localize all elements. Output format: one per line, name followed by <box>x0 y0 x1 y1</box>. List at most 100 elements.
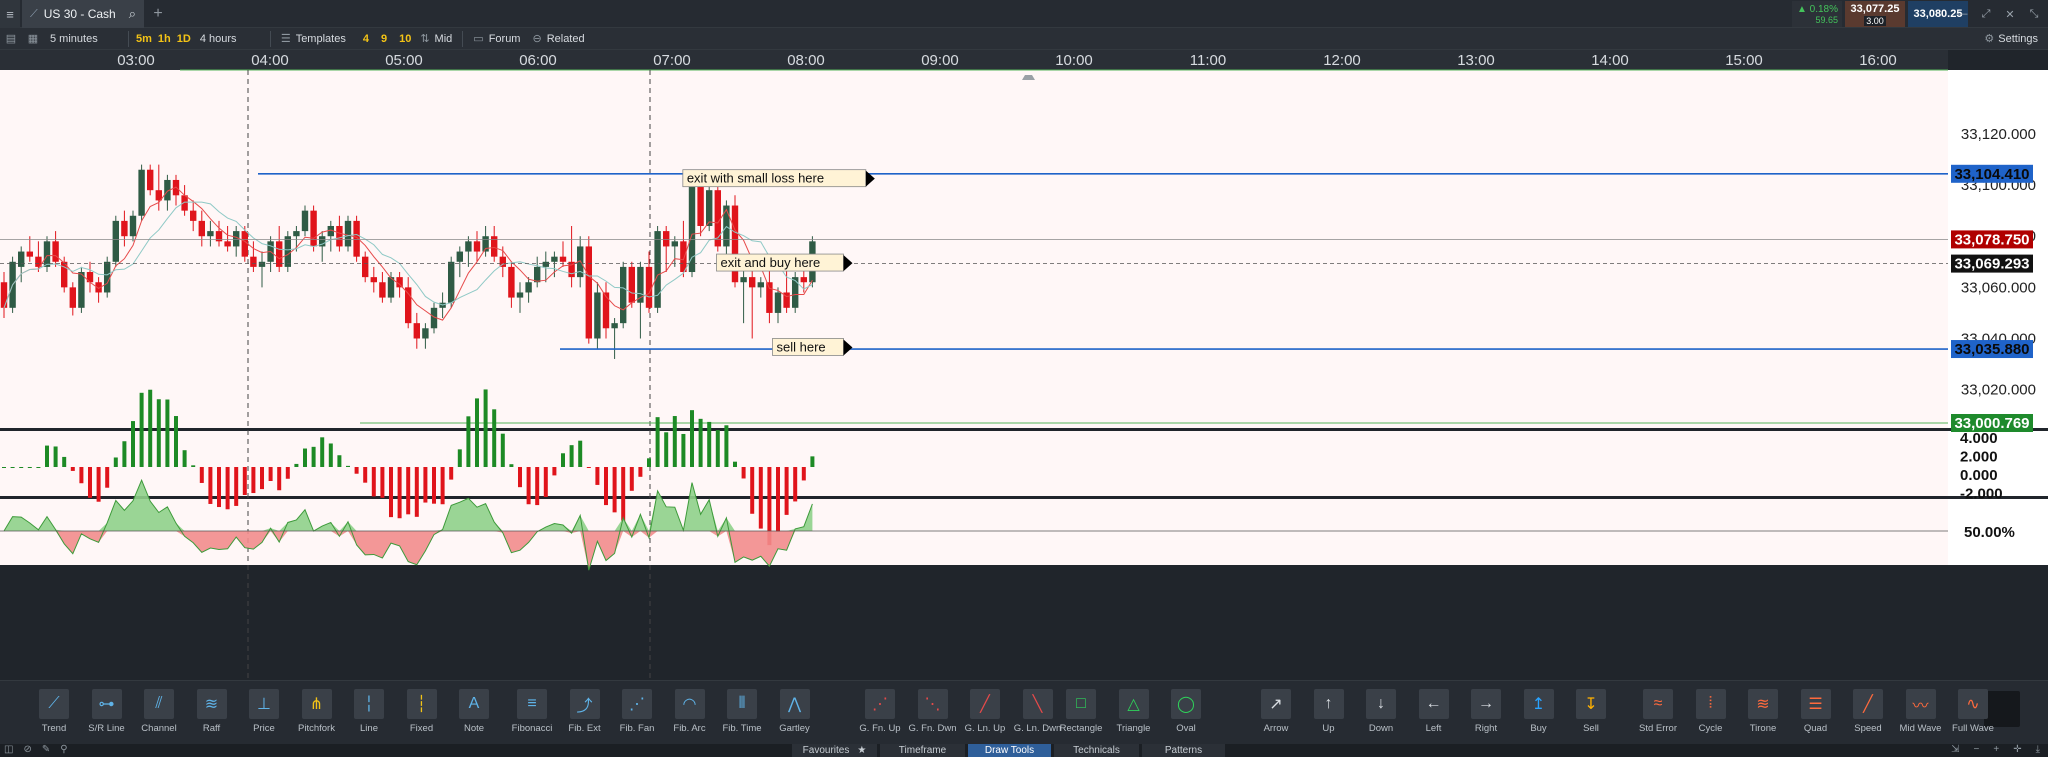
tool-std-error[interactable]: ≈ Std Error <box>1634 689 1682 745</box>
tool-g-fn-dwn[interactable]: ⋱ G. Fn. Dwn <box>908 689 957 745</box>
tool-oval[interactable]: ◯ Oval <box>1162 689 1210 745</box>
candle-body <box>379 282 386 298</box>
tool-channel[interactable]: ⫽ Channel <box>135 689 183 745</box>
tool-fib-arc[interactable]: ◠ Fib. Arc <box>666 689 714 745</box>
tool-g-ln-up[interactable]: ╱ G. Ln. Up <box>961 689 1009 745</box>
chart-tab[interactable]: ⟋ US 30 - Cash ⌕ <box>22 0 144 28</box>
tool-down[interactable]: ↓ Down <box>1357 689 1405 745</box>
tool-speed[interactable]: ╱ Speed <box>1844 689 1892 745</box>
tool-label: Oval <box>1176 723 1196 734</box>
tool-line[interactable]: ╎ Line <box>345 689 393 745</box>
tool-sell[interactable]: ↧ Sell <box>1567 689 1615 745</box>
grid-icon[interactable]: ▦ <box>22 28 44 50</box>
candle-body <box>559 256 567 262</box>
close-icon[interactable]: ✕ <box>2000 4 2020 24</box>
tool-note[interactable]: A Note <box>450 689 498 745</box>
tool-cycle[interactable]: ⦙ Cycle <box>1687 689 1735 745</box>
candle-body <box>611 323 618 329</box>
candle-body <box>224 241 231 247</box>
tab-timeframe[interactable]: Timeframe <box>880 744 966 757</box>
popout-icon[interactable]: ⤢ <box>1976 4 1996 24</box>
tool-g-ln-dwn[interactable]: ╲ G. Ln. Dwn <box>1014 689 1062 745</box>
tab-draw-tools[interactable]: Draw Tools <box>968 744 1052 757</box>
templates-button[interactable]: ☰ Templates <box>275 28 352 50</box>
tab-patterns[interactable]: Patterns <box>1142 744 1226 757</box>
tool-label: G. Ln. Dwn <box>1013 723 1062 734</box>
tool-label: Right <box>1474 723 1498 734</box>
magnet-icon[interactable]: ⚲ <box>60 744 67 755</box>
tool-fib-fan[interactable]: ⋰ Fib. Fan <box>613 689 661 745</box>
add-tab-icon[interactable]: + <box>148 4 168 24</box>
search-icon[interactable]: ⌕ <box>129 6 136 22</box>
tool-quad[interactable]: ☰ Quad <box>1792 689 1840 745</box>
tool-label: Trend <box>41 723 67 734</box>
tool-right[interactable]: → Right <box>1462 689 1510 745</box>
interval-1h[interactable]: 1h <box>155 33 174 45</box>
price-chart[interactable]: 03:00 04:00 05:00 06:00 07:00 08:00 09:00 10:00… <box>0 50 2048 680</box>
macd-bar <box>457 449 462 467</box>
buy-icon: ↥ <box>1523 689 1554 719</box>
trend-icon: ⟋ <box>39 689 69 719</box>
macd-bar <box>543 467 548 497</box>
drawing-tools-bar: ⟋ Trend ⊶ S/R Line ⫽ Channel ≋ Raff ⊥ Price ⋔ Pitch… <box>0 680 2048 744</box>
minimize-icon[interactable]: — <box>1952 4 1972 24</box>
tool-fib-time[interactable]: ⦀ Fib. Time <box>718 689 766 745</box>
macd-bar <box>19 467 24 468</box>
candle-body <box>293 231 300 237</box>
layout-icon[interactable]: ▤ <box>0 28 22 50</box>
fixed-icon: ┆ <box>406 689 437 719</box>
scale-icon[interactable]: ⇲ <box>1951 744 1959 755</box>
tool-raff[interactable]: ≋ Raff <box>188 689 236 745</box>
tool-rectangle[interactable]: □ Rectangle <box>1057 689 1105 745</box>
related-button[interactable]: ⊖ Related <box>526 28 590 50</box>
macd-bar <box>690 410 694 467</box>
tool-fixed[interactable]: ┆ Fixed <box>398 689 446 745</box>
arrow-right-icon: → <box>1471 689 1501 719</box>
tirone-icon: ≋ <box>1748 689 1778 719</box>
oscillator-panel <box>0 499 1948 565</box>
crosshair-icon[interactable]: ✛ <box>2013 744 2021 755</box>
menu-icon[interactable]: ≡ <box>0 0 20 28</box>
tab-technicals[interactable]: Technicals <box>1054 744 1140 757</box>
tool-fibonacci[interactable]: ≡ Fibonacci <box>508 689 556 745</box>
forum-button[interactable]: ▭ Forum <box>467 28 526 50</box>
cancel-icon[interactable]: ⊘ <box>23 744 31 755</box>
tool-fib-ext[interactable]: ⤴ Fib. Ext <box>561 689 609 745</box>
pencil-icon[interactable]: ✎ <box>42 744 50 755</box>
range-select[interactable]: 4 hours <box>194 28 266 50</box>
tool-triangle[interactable]: △ Triangle <box>1110 689 1158 745</box>
tool-mid-wave[interactable]: 〰 Mid Wave <box>1897 689 1945 745</box>
layers-icon[interactable]: ◫ <box>4 744 13 755</box>
zoom-in-icon[interactable]: + <box>1993 744 1999 755</box>
tool-price[interactable]: ⊥ Price <box>240 689 288 745</box>
tool-gartley[interactable]: ⋀ Gartley <box>771 689 819 745</box>
tool-full-wave[interactable]: ∿ Full Wave <box>1949 689 1997 745</box>
tool-buy[interactable]: ↥ Buy <box>1515 689 1563 745</box>
templates-label: Templates <box>295 32 346 45</box>
macd-bar <box>88 467 92 498</box>
fit-icon[interactable]: ⤓ <box>2036 744 2040 755</box>
settings-button[interactable]: ⚙ Settings <box>1984 32 2048 46</box>
tool-g-fn-up[interactable]: ⋰ G. Fn. Up <box>856 689 904 745</box>
tool-s-r-line[interactable]: ⊶ S/R Line <box>83 689 131 745</box>
tool-trend[interactable]: ⟋ Trend <box>30 689 78 745</box>
macd-bar <box>2 467 6 468</box>
tool-up[interactable]: ↑ Up <box>1305 689 1353 745</box>
interval-select[interactable]: 5 minutes <box>44 28 124 50</box>
forum-label: Forum <box>488 32 521 45</box>
zoom-out-icon[interactable]: − <box>1974 744 1980 755</box>
tool-tirone[interactable]: ≋ Tirone <box>1739 689 1787 745</box>
indicator-count-9[interactable]: 9 <box>378 33 390 45</box>
tool-pitchfork[interactable]: ⋔ Pitchfork <box>293 689 341 745</box>
maximize-icon[interactable]: ⤡ <box>2024 4 2044 24</box>
interval-5m[interactable]: 5m <box>133 33 155 45</box>
tab-favourites[interactable]: Favourites ★ <box>792 744 878 757</box>
indicator-count-4[interactable]: 4 <box>360 33 372 45</box>
indicator-count-10[interactable]: 10 <box>396 33 414 45</box>
time-tick-label: 16:00 <box>1859 52 1897 69</box>
tool-left[interactable]: ← Left <box>1410 689 1458 745</box>
interval-1d[interactable]: 1D <box>174 33 194 45</box>
mid-button[interactable]: ⇅ Mid <box>414 28 458 50</box>
sell-price-button[interactable]: 33,077.25 3.00 <box>1845 1 1905 27</box>
tool-arrow[interactable]: ↗ Arrow <box>1252 689 1300 745</box>
